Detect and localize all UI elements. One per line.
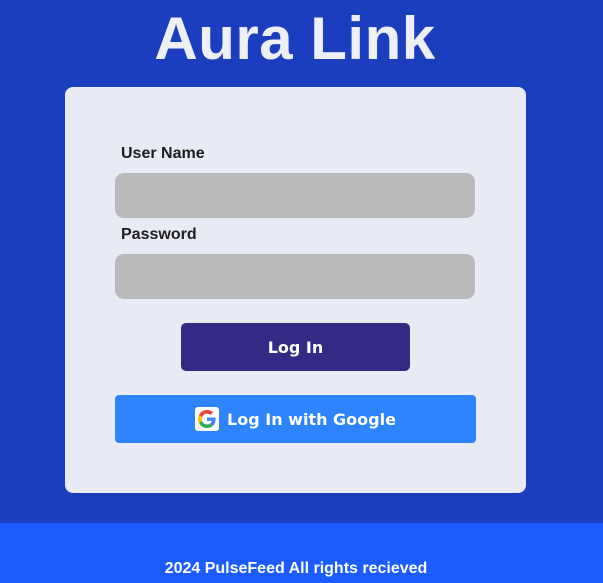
app-title: Aura Link [154,5,436,72]
login-button[interactable]: Log In [181,323,410,371]
login-page: Aura Link User Name Password Log In Log … [0,0,603,583]
username-input[interactable] [115,173,475,218]
password-input[interactable] [115,254,475,299]
footer-text: 2024 PulseFeed All rights recieved [164,560,428,577]
google-login-label: Log In with Google [227,409,396,429]
footer: 2024 PulseFeed All rights recieved [0,523,603,583]
password-label: Password [121,226,197,243]
google-login-button[interactable]: Log In with Google [115,395,476,443]
username-label: User Name [121,145,205,162]
login-card: User Name Password Log In Log In with Go… [65,87,526,493]
google-icon [195,407,220,431]
